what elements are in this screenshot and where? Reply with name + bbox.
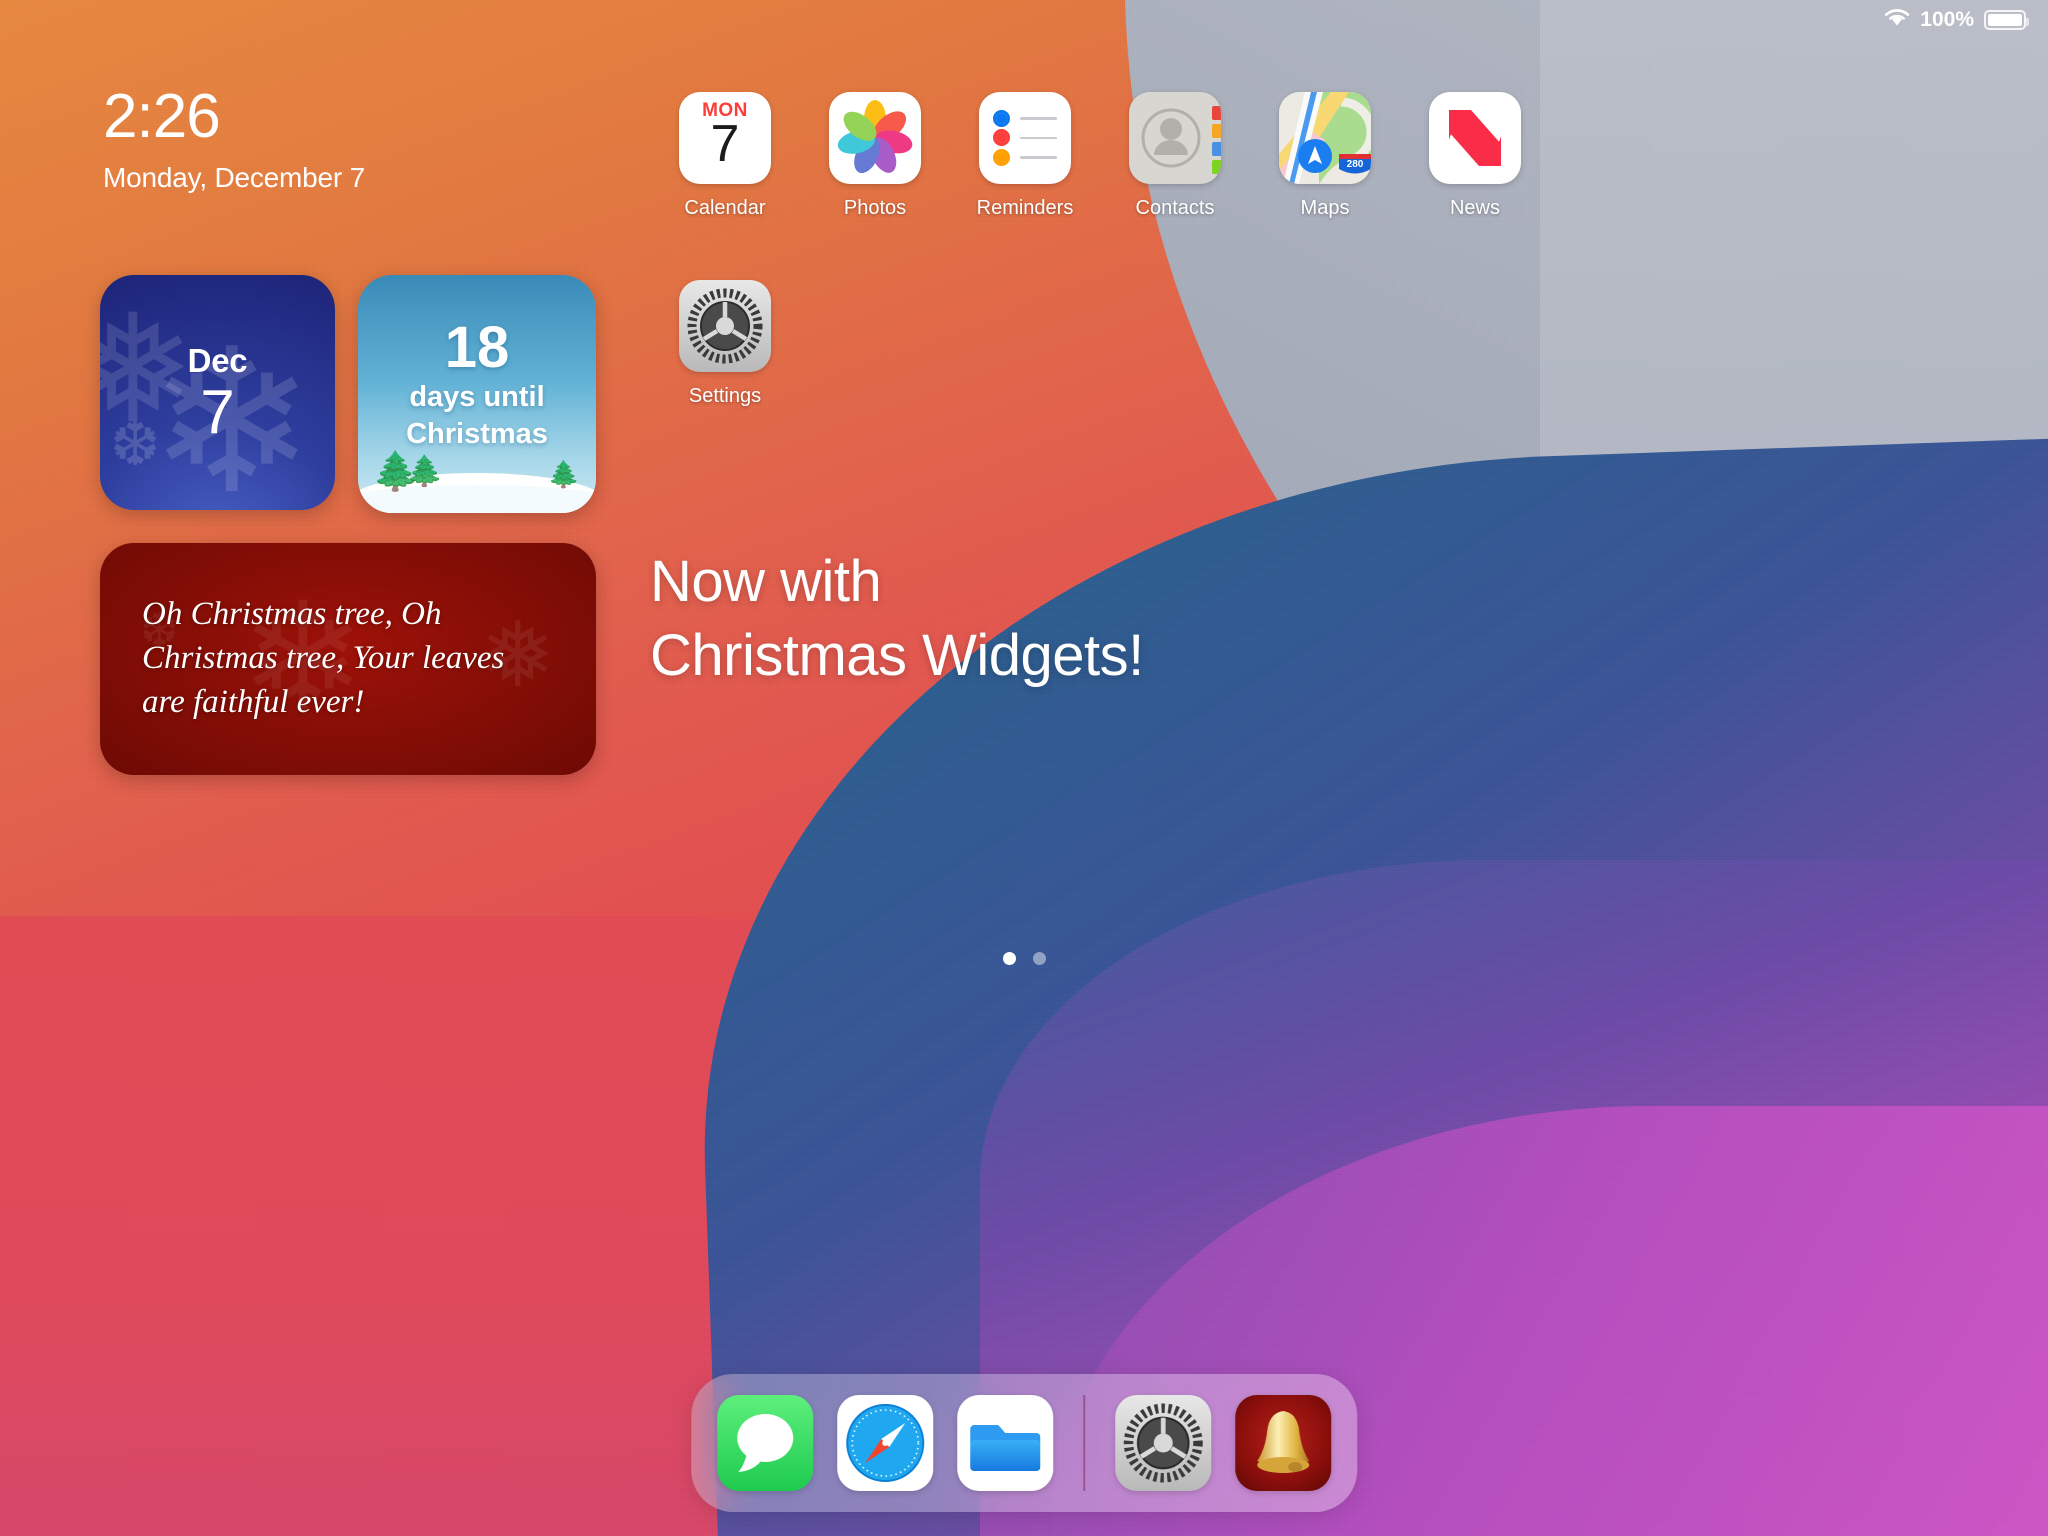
widget-date[interactable]: ❄ ❅ ❆ Dec 7 — [100, 275, 335, 510]
battery-percent-label: 100% — [1920, 8, 1974, 31]
calendar-day-number: 7 — [710, 115, 740, 173]
reminder-row — [993, 148, 1057, 166]
reminder-line — [1020, 156, 1057, 159]
wifi-icon — [1884, 8, 1910, 33]
countdown-label-1: days until — [409, 380, 545, 413]
countdown-number: 18 — [444, 314, 510, 380]
svg-text:280: 280 — [1347, 159, 1364, 170]
page-dot-2[interactable] — [1032, 952, 1046, 965]
photos-icon — [829, 92, 921, 184]
reminder-line — [1020, 117, 1057, 120]
widget-date-day: 7 — [200, 377, 235, 447]
dock-divider — [1083, 1395, 1085, 1491]
widget-row-top: ❄ ❅ ❆ Dec 7 🌲 🌲 🌲 18 days until Christma… — [100, 275, 596, 513]
app-grid: MON 7 Calendar Photos Reminders Contacts… — [650, 92, 1550, 408]
app-maps[interactable]: 280 Maps — [1250, 92, 1400, 220]
widget-christmas-countdown[interactable]: 🌲 🌲 🌲 18 days until Christmas — [358, 275, 596, 513]
quote-text: Oh Christmas tree, Oh Christmas tree, Yo… — [142, 596, 505, 720]
settings-gear-icon — [679, 280, 771, 372]
page-dot-1[interactable] — [1002, 952, 1016, 965]
clock-date: Monday, December 7 — [103, 162, 366, 193]
app-label: Settings — [688, 385, 762, 407]
dock-item-christmas-bell[interactable] — [1234, 1395, 1331, 1491]
clock-time: 2:26 — [103, 82, 221, 151]
dock — [691, 1374, 1357, 1512]
widget-christmas-quote[interactable]: ❄ ❅ ❆ Oh Christmas tree, Oh Christmas tr… — [100, 543, 596, 775]
contacts-icon — [1129, 92, 1221, 184]
app-label: Maps — [1300, 197, 1350, 219]
app-news[interactable]: News — [1400, 92, 1550, 220]
headline-text: Now with Christmas Widgets! — [650, 545, 1144, 693]
reminders-icon — [979, 92, 1071, 184]
dock-item-safari[interactable] — [837, 1395, 934, 1491]
news-icon — [1429, 92, 1521, 184]
app-contacts[interactable]: Contacts — [1100, 92, 1250, 220]
app-photos[interactable]: Photos — [800, 92, 950, 220]
reminder-row — [993, 129, 1057, 147]
app-label: Photos — [843, 197, 907, 219]
app-label: Contacts — [1135, 197, 1215, 219]
app-label: News — [1449, 197, 1500, 219]
maps-icon: 280 — [1279, 92, 1371, 184]
headline-line-1: Now with — [650, 549, 882, 614]
reminder-line — [1020, 136, 1057, 140]
battery-full-icon — [1984, 10, 2029, 30]
page-indicator[interactable] — [0, 952, 2048, 965]
status-bar: 100% — [1862, 0, 2048, 40]
dock-item-files[interactable] — [957, 1395, 1054, 1491]
reminder-row — [993, 110, 1057, 128]
dock-item-settings[interactable] — [1114, 1395, 1211, 1491]
app-label: Reminders — [976, 197, 1074, 219]
widget-stack: ❄ ❅ ❆ Dec 7 🌲 🌲 🌲 18 days until Christma… — [100, 275, 596, 775]
countdown-label-2: Christmas — [406, 418, 548, 450]
reminder-dot-orange — [993, 148, 1010, 166]
headline-line-2: Christmas Widgets! — [650, 623, 1144, 689]
lockscreen-clock-block: 2:26 Monday, December 7 — [103, 86, 365, 194]
app-reminders[interactable]: Reminders — [950, 92, 1100, 220]
calendar-icon: MON 7 — [679, 92, 771, 184]
reminder-dot-red — [993, 129, 1010, 147]
app-calendar[interactable]: MON 7 Calendar — [650, 92, 800, 220]
contacts-tabs — [1212, 106, 1221, 178]
reminder-dot-blue — [993, 110, 1010, 128]
widget-date-month: Dec — [187, 341, 248, 379]
dock-item-messages[interactable] — [717, 1395, 814, 1491]
app-label: Calendar — [684, 197, 766, 219]
app-settings[interactable]: Settings — [650, 280, 800, 408]
